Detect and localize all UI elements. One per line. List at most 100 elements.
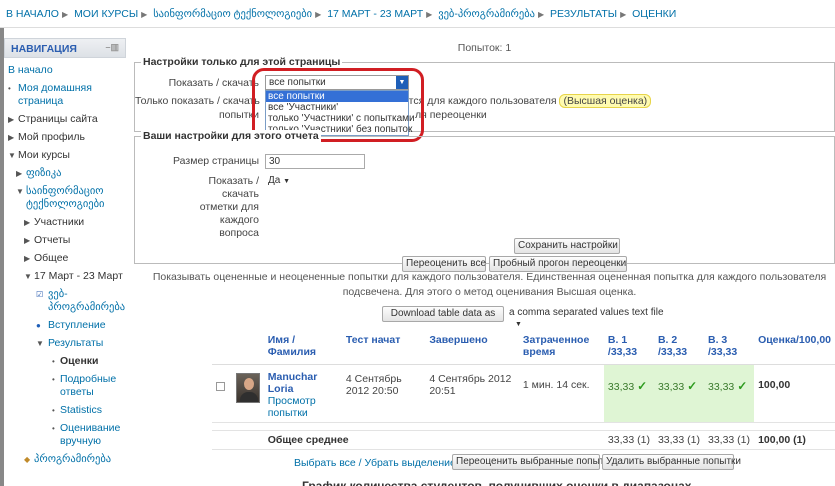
triangle-down-icon: ▼ <box>36 339 44 348</box>
nav-reports[interactable]: Отчеты <box>34 234 70 246</box>
main-content: Попыток: 1 Настройки только для этой стр… <box>134 38 835 486</box>
header-avatar-col <box>231 330 264 365</box>
nav-course-it[interactable]: საინფორმაციო ტექნოლოგიები <box>26 185 105 210</box>
header-name[interactable]: Имя / Фамилия <box>263 330 342 365</box>
page-settings-legend: Настройки только для этой страницы <box>141 56 343 68</box>
download-format-select[interactable]: a comma separated values text file ▼ <box>506 306 674 328</box>
nav-course-physics[interactable]: ფიზიკა <box>26 167 61 179</box>
started-cell: 4 Сентябрь 2012 20:50 <box>341 364 426 423</box>
grades-table: Имя / Фамилия Тест начат Завершено Затра… <box>212 330 835 450</box>
highest-grade-highlight: (Высшая оценка) <box>559 94 652 108</box>
triangle-down-icon: ▼ <box>24 272 32 281</box>
average-label: Общее среднее <box>263 430 604 450</box>
q1-cell[interactable]: 33,33 ✓ <box>603 364 654 423</box>
block-controls-icon[interactable]: –▥ <box>105 42 119 53</box>
header-started[interactable]: Тест начат <box>341 330 426 365</box>
nav-intro[interactable]: Вступление <box>48 319 106 331</box>
select-all-link[interactable]: Выбрать все / Убрать выделение <box>294 457 456 469</box>
review-attempt-link[interactable]: Просмотр попытки <box>268 395 316 419</box>
breadcrumb-home[interactable]: В НАЧАЛО <box>6 8 59 20</box>
chevron-down-icon: ▼ <box>515 321 522 328</box>
show-only-label: Только показать / скачать <box>135 95 260 107</box>
bullet-icon: • <box>8 84 11 93</box>
breadcrumb-quiz[interactable]: ვებ-პროგრამირება <box>438 8 535 20</box>
checkmark-icon: ✓ <box>687 378 698 393</box>
nav-week[interactable]: 17 Март - 23 Март <box>34 270 123 282</box>
breadcrumb-my-courses[interactable]: МОИ КУРСЫ <box>74 8 138 20</box>
grading-info: ются для каждого пользователя (Высшая оц… <box>401 94 652 108</box>
nav-grades[interactable]: Оценки <box>60 355 99 367</box>
page-settings-fieldset: Настройки только для этой страницы Показ… <box>134 56 835 132</box>
nav-results[interactable]: Результаты <box>48 337 103 349</box>
grading-info-text: ются для каждого пользователя <box>401 95 557 107</box>
course-icon: ◆ <box>24 455 31 464</box>
breadcrumb-grades[interactable]: ОЦЕНКИ <box>632 8 676 20</box>
q3-value: 33,33 <box>707 380 735 393</box>
navigation-block: НАВИГАЦИЯ –▥ В начало • Моя домашняя стра… <box>4 38 126 486</box>
report-settings-legend: Ваши настройки для этого отчета <box>141 130 321 142</box>
triangle-right-icon: ▶ <box>24 236 31 245</box>
breadcrumb-week[interactable]: 17 МАРТ - 23 МАРТ <box>327 8 423 20</box>
nav-general[interactable]: Общее <box>34 252 68 264</box>
show-label: Показать / скачать <box>168 77 259 89</box>
header-q3[interactable]: В. 3 /33,33 <box>703 330 755 365</box>
nav-my-home[interactable]: Моя домашняя страница <box>18 82 92 107</box>
finished-cell: 4 Сентябрь 2012 20:51 <box>425 364 519 423</box>
nav-responses[interactable]: Подробные ответы <box>60 373 116 398</box>
avg-q2: 33,33 (1) <box>653 430 704 450</box>
header-q1[interactable]: В. 1 /33,33 <box>603 330 654 365</box>
nav-manual-grading[interactable]: Оценивание вручную <box>60 422 120 447</box>
breadcrumb-course[interactable]: საინფორმაციო ტექნოლოგიები <box>153 8 312 20</box>
student-name-link[interactable]: Manuchar Loria <box>268 371 318 395</box>
nav-my-profile[interactable]: Мой профиль <box>18 131 85 143</box>
q2-cell[interactable]: 33,33 ✓ <box>653 364 704 423</box>
attempts-note: Показывать оцененные и неоцененные попыт… <box>152 271 827 298</box>
page-size-input[interactable]: 30 <box>265 154 365 169</box>
table-average-row: Общее среднее 33,33 (1) 33,33 (1) 33,33 … <box>212 430 835 450</box>
triangle-right-icon: ▶ <box>8 115 15 124</box>
grade-cell: 100,00 <box>754 364 835 423</box>
nav-my-courses[interactable]: Мои курсы <box>18 149 70 161</box>
quiz-icon: ☑ <box>36 290 44 299</box>
header-time[interactable]: Затраченное время <box>518 330 604 365</box>
grade-chart-heading: График количества студентов, получивших … <box>302 479 692 486</box>
header-q2[interactable]: В. 2 /33,33 <box>653 330 704 365</box>
row-checkbox[interactable] <box>216 381 225 391</box>
avatar[interactable] <box>235 372 260 403</box>
chevron-right-icon: ▶ <box>426 10 433 19</box>
chevron-right-icon: ▶ <box>315 10 322 19</box>
avg-q1: 33,33 (1) <box>603 430 654 450</box>
triangle-down-icon: ▼ <box>16 187 24 196</box>
chevron-down-icon: ▼ <box>283 178 291 185</box>
save-settings-button[interactable]: Сохранить настройки <box>514 238 620 254</box>
navigation-title: НАВИГАЦИЯ <box>11 43 77 55</box>
triangle-right-icon: ▶ <box>24 218 31 227</box>
navigation-header: НАВИГАЦИЯ –▥ <box>4 38 126 58</box>
download-button[interactable]: Download table data as <box>382 306 504 322</box>
nav-programming[interactable]: პროგრამირება <box>34 453 111 465</box>
avg-grade: 100,00 (1) <box>754 430 835 450</box>
q3-cell[interactable]: 33,33 ✓ <box>703 364 755 423</box>
delete-selected-button[interactable]: Удалить выбранные попытки <box>602 454 741 470</box>
table-spacer-row <box>212 422 835 431</box>
regrade-selected-button[interactable]: Переоценить выбранные попытки <box>452 454 614 470</box>
nav-site-pages[interactable]: Страницы сайта <box>18 113 98 125</box>
download-format-value: a comma separated values text file <box>509 307 664 318</box>
time-cell: 1 мин. 14 сек. <box>518 364 604 423</box>
nav-statistics[interactable]: Statistics <box>60 404 102 416</box>
nav-home[interactable]: В начало <box>8 64 126 77</box>
bullet-icon: • <box>52 406 55 415</box>
regrade-info: ля переоценки <box>415 109 487 121</box>
breadcrumb-results[interactable]: РЕЗУЛЬТАТЫ <box>550 8 617 20</box>
triangle-right-icon: ▶ <box>8 133 15 142</box>
q2-value: 33,33 <box>657 380 685 393</box>
table-header-row: Имя / Фамилия Тест начат Завершено Затра… <box>212 330 835 365</box>
header-finished[interactable]: Завершено <box>425 330 519 365</box>
header-grade[interactable]: Оценка/100,00 <box>754 330 835 365</box>
chevron-right-icon: ▶ <box>61 10 69 19</box>
checkmark-icon: ✓ <box>737 378 748 393</box>
marks-select[interactable]: Да ▼ <box>265 174 299 189</box>
nav-participants[interactable]: Участники <box>34 216 84 228</box>
marks-label: Показать / скачать отметки для каждого в… <box>199 175 259 239</box>
nav-quiz[interactable]: ვებ-პროგრამირება <box>48 288 125 313</box>
